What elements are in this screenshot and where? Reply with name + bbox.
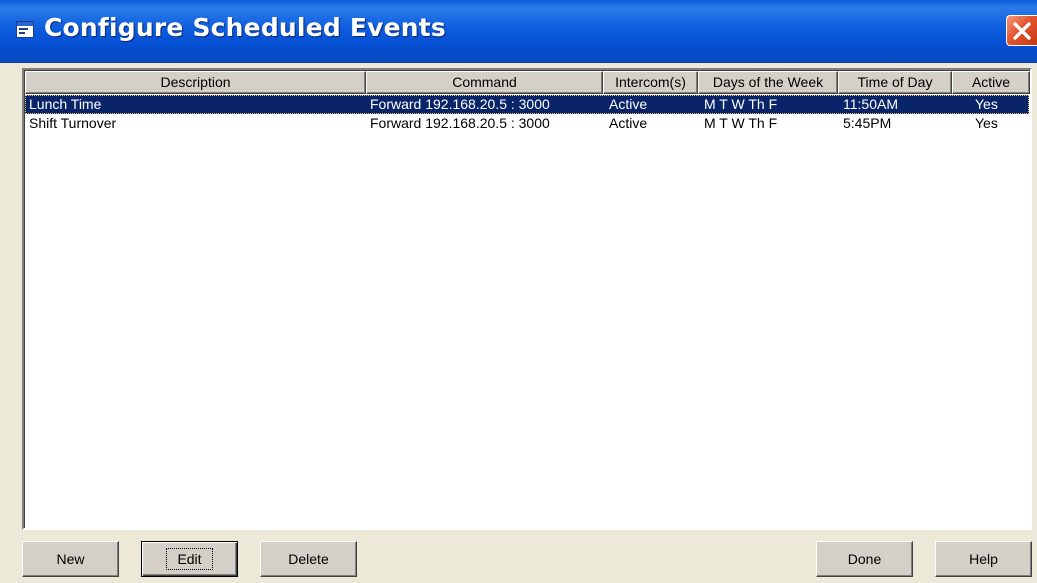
table-row[interactable]: Lunch Time Forward 192.168.20.5 : 3000 A… [25, 95, 1029, 114]
title-bar[interactable]: Configure Scheduled Events [0, 0, 1037, 63]
cell-command: Forward 192.168.20.5 : 3000 [370, 96, 550, 112]
window-icon[interactable] [16, 21, 34, 38]
scheduled-events-list[interactable]: Description Command Intercom(s) Days of … [22, 68, 1032, 530]
cell-command: Forward 192.168.20.5 : 3000 [370, 115, 550, 131]
cell-intercoms: Active [609, 115, 648, 131]
cell-active: Yes [975, 96, 998, 112]
list-rows: Lunch Time Forward 192.168.20.5 : 3000 A… [25, 95, 1029, 133]
column-header-description[interactable]: Description [25, 71, 366, 94]
column-header-command[interactable]: Command [366, 71, 603, 94]
column-header-days-of-week[interactable]: Days of the Week [698, 71, 838, 94]
column-header-time-of-day[interactable]: Time of Day [838, 71, 952, 94]
cell-time: 5:45PM [843, 115, 892, 131]
window-title: Configure Scheduled Events [44, 13, 447, 42]
column-header-active[interactable]: Active [952, 71, 1030, 94]
cell-days: M T W Th F [704, 96, 778, 112]
delete-button[interactable]: Delete [260, 541, 357, 577]
done-button[interactable]: Done [816, 541, 913, 577]
configure-scheduled-events-window: Configure Scheduled Events Description C… [0, 0, 1037, 583]
edit-button[interactable]: Edit [141, 541, 238, 577]
table-row[interactable]: Shift Turnover Forward 192.168.20.5 : 30… [25, 114, 1029, 133]
column-header-intercoms[interactable]: Intercom(s) [603, 71, 698, 94]
new-button[interactable]: New [22, 541, 119, 577]
cell-time: 11:50AM [843, 96, 898, 112]
cell-intercoms: Active [609, 96, 648, 112]
cell-active: Yes [975, 115, 998, 131]
edit-button-label: Edit [166, 548, 213, 570]
cell-description: Lunch Time [29, 96, 102, 112]
close-icon [1013, 22, 1031, 40]
close-button[interactable] [1006, 15, 1037, 46]
cell-description: Shift Turnover [29, 115, 117, 131]
help-button[interactable]: Help [935, 541, 1032, 577]
cell-days: M T W Th F [704, 115, 778, 131]
